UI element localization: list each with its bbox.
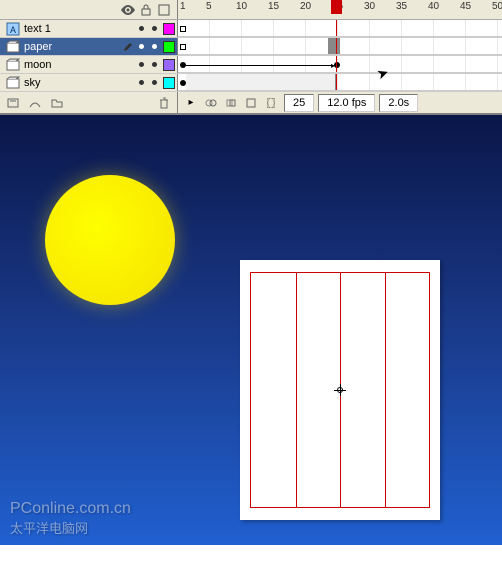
frames-area[interactable] <box>178 20 502 37</box>
moon-symbol[interactable] <box>45 175 175 305</box>
watermark-line1: PConline.com.cn <box>10 500 131 517</box>
outline-icon[interactable] <box>157 3 171 17</box>
layer-toggles[interactable] <box>139 26 157 31</box>
paper-symbol[interactable] <box>240 260 440 520</box>
elapsed-time-display: 2.0s <box>379 94 418 112</box>
layer-row-paper[interactable]: paper <box>0 38 502 56</box>
frame-rate-display: 12.0 fps <box>318 94 375 112</box>
new-layer-button[interactable] <box>4 94 22 112</box>
ruler-label: 10 <box>236 1 247 12</box>
onion-skin-outlines-button[interactable] <box>222 94 240 112</box>
watermark: PConline.com.cn 太平洋电脑网 <box>10 500 131 537</box>
stage[interactable]: PConline.com.cn 太平洋电脑网 <box>0 115 502 545</box>
ruler-label: 1 <box>180 1 186 12</box>
layer-info[interactable]: Atext 1 <box>0 20 178 37</box>
layer-color-swatch[interactable] <box>163 77 175 89</box>
watermark-line2: 太平洋电脑网 <box>10 518 131 537</box>
layer-row-moon[interactable]: moon ▸ <box>0 56 502 74</box>
new-folder-button[interactable] <box>48 94 66 112</box>
modify-onion-markers-button[interactable]: 〖〗 <box>262 94 280 112</box>
layer-color-swatch[interactable] <box>163 59 175 71</box>
layer-column-header <box>0 0 178 19</box>
symbol-layer-icon <box>6 40 20 54</box>
onion-skin-button[interactable] <box>202 94 220 112</box>
registration-point-icon <box>334 384 346 396</box>
layer-controls: ▸ 〖〗 25 12.0 fps 2.0s <box>0 92 502 114</box>
ruler-label: 5 <box>206 1 212 12</box>
symbol-layer-icon <box>6 76 20 90</box>
ruler-label: 50 <box>492 1 502 12</box>
edit-multiple-frames-button[interactable] <box>242 94 260 112</box>
lock-icon[interactable] <box>139 3 153 17</box>
layer-name-label: moon <box>24 59 139 71</box>
ruler-label: 20 <box>300 1 311 12</box>
ruler-label: 35 <box>396 1 407 12</box>
layer-name-label: sky <box>24 77 139 89</box>
layer-info[interactable]: paper <box>0 38 178 55</box>
svg-text:A: A <box>10 25 16 35</box>
timeline-panel: 1 5 10 15 20 25 30 35 40 45 50 Atext 1 pa… <box>0 0 502 115</box>
frames-area[interactable] <box>178 74 502 91</box>
new-motion-guide-button[interactable] <box>26 94 44 112</box>
timeline-header: 1 5 10 15 20 25 30 35 40 45 50 <box>0 0 502 20</box>
frame-ruler[interactable]: 1 5 10 15 20 25 30 35 40 45 50 <box>178 0 502 19</box>
symbol-layer-icon <box>6 58 20 72</box>
layer-color-swatch[interactable] <box>163 41 175 53</box>
layer-info[interactable]: moon <box>0 56 178 73</box>
layer-toggles[interactable] <box>139 62 157 67</box>
layer-toggles[interactable] <box>139 44 157 49</box>
ruler-label: 45 <box>460 1 471 12</box>
frames-area[interactable]: ▸ <box>178 56 502 73</box>
current-frame-display: 25 <box>284 94 314 112</box>
layer-info[interactable]: sky <box>0 74 178 91</box>
delete-layer-button[interactable] <box>155 94 173 112</box>
frames-area[interactable] <box>178 38 502 55</box>
layer-row-sky[interactable]: sky <box>0 74 502 92</box>
eye-icon[interactable] <box>121 3 135 17</box>
layer-toggles[interactable] <box>139 80 157 85</box>
ruler-label: 40 <box>428 1 439 12</box>
playhead[interactable] <box>331 0 342 14</box>
layer-name-label: text 1 <box>24 23 139 35</box>
pencil-icon <box>123 42 133 52</box>
ruler-label: 15 <box>268 1 279 12</box>
layer-color-swatch[interactable] <box>163 23 175 35</box>
center-frame-button[interactable]: ▸ <box>182 94 200 112</box>
layer-row-text-1[interactable]: Atext 1 <box>0 20 502 38</box>
ruler-label: 30 <box>364 1 375 12</box>
layer-name-label: paper <box>24 41 123 53</box>
text-layer-icon: A <box>6 22 20 36</box>
